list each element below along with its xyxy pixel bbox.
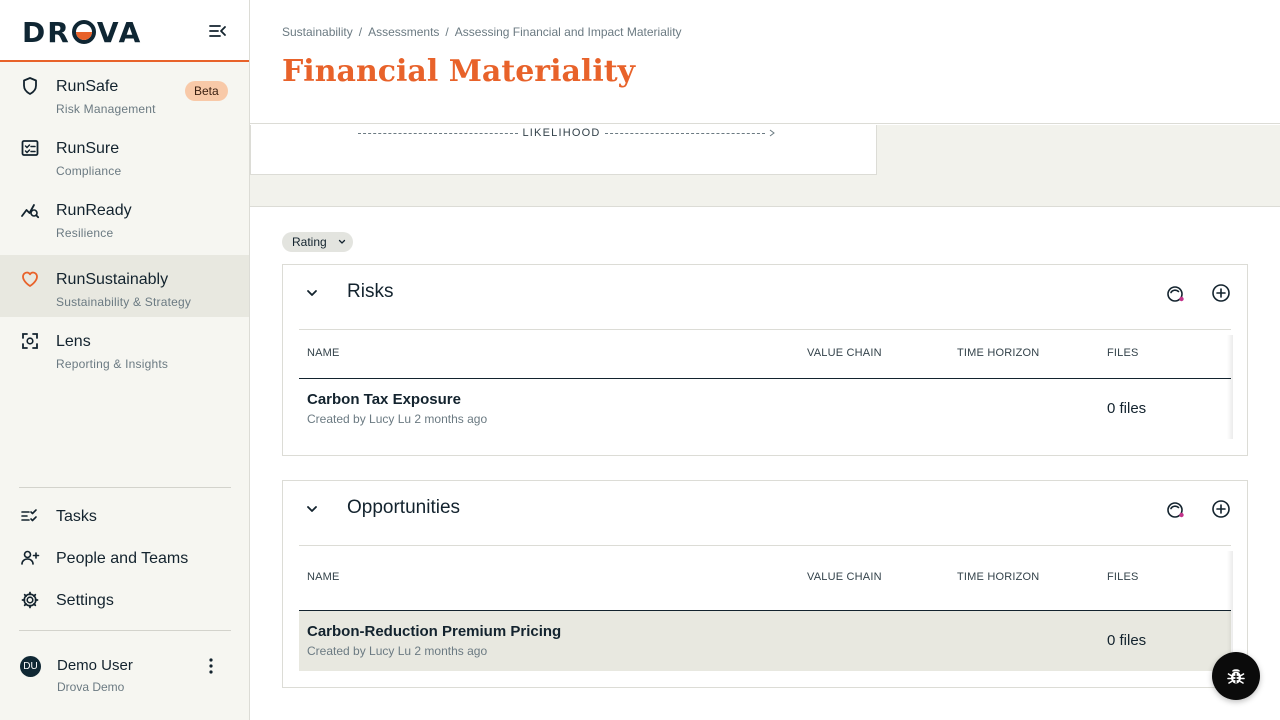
sidebar-item-label: Lens bbox=[56, 333, 91, 350]
sidebar-item-tasks[interactable]: Tasks bbox=[0, 498, 249, 534]
avatar: DU bbox=[20, 656, 41, 677]
sidebar-item-label: Settings bbox=[56, 592, 114, 609]
user-menu[interactable]: DU Demo User Drova Demo bbox=[0, 646, 249, 706]
add-circle-icon[interactable] bbox=[1211, 283, 1231, 303]
sidebar: DR VA RunSafe Risk Management Beta RunSur… bbox=[0, 0, 250, 720]
beta-badge: Beta bbox=[185, 81, 228, 101]
row-meta: Created by Lucy Lu 2 months ago bbox=[307, 412, 488, 426]
section-divider bbox=[299, 545, 1231, 546]
sidebar-item-subtitle: Risk Management bbox=[56, 102, 156, 116]
sidebar-item-runready[interactable]: RunReady Resilience bbox=[0, 186, 249, 248]
sidebar-item-people-and-teams[interactable]: People and Teams bbox=[0, 540, 249, 576]
breadcrumb-separator: / bbox=[445, 25, 449, 39]
rating-filter[interactable]: Rating bbox=[282, 232, 353, 252]
sidebar-item-settings[interactable]: Settings bbox=[0, 582, 249, 618]
chevron-down-icon[interactable] bbox=[304, 285, 320, 301]
drova-logo[interactable]: DR VA bbox=[22, 16, 142, 49]
chart-band: LIKELIHOOD bbox=[250, 125, 1280, 207]
sidebar-item-subtitle: Sustainability & Strategy bbox=[56, 295, 192, 309]
sidebar-item-runsustainably[interactable]: RunSustainably Sustainability & Strategy bbox=[0, 255, 249, 317]
heart-icon bbox=[22, 271, 38, 287]
people-add-icon bbox=[21, 550, 40, 565]
table-row[interactable]: Carbon Tax Exposure Created by Lucy Lu 2… bbox=[299, 379, 1231, 439]
risks-section: Risks NAME VALUE CHAIN TIME HORIZON FILE… bbox=[282, 264, 1248, 456]
sidebar-divider bbox=[19, 630, 231, 631]
shield-icon bbox=[23, 77, 37, 95]
breadcrumb-current[interactable]: Assessing Financial and Impact Materiali… bbox=[455, 25, 682, 39]
arrow-right-icon bbox=[769, 129, 775, 137]
col-header-files[interactable]: FILES bbox=[1107, 571, 1139, 583]
sidebar-item-label: RunSure bbox=[56, 140, 120, 157]
page-title: Financial Materiality bbox=[282, 54, 636, 89]
row-name: Carbon-Reduction Premium Pricing bbox=[307, 623, 562, 640]
row-files: 0 files bbox=[1107, 400, 1147, 417]
checklist-icon bbox=[21, 140, 39, 156]
chart-search-icon bbox=[21, 204, 40, 219]
user-name: Demo User bbox=[57, 657, 133, 674]
sidebar-item-runsure[interactable]: RunSure Compliance bbox=[0, 124, 249, 186]
sidebar-item-label: Tasks bbox=[56, 508, 97, 525]
breadcrumb: Sustainability / Assessments / Assessing Fin… bbox=[282, 25, 682, 39]
bug-icon bbox=[1227, 669, 1245, 684]
col-header-value-chain[interactable]: VALUE CHAIN bbox=[807, 571, 882, 583]
scroll-shadow bbox=[1227, 335, 1233, 439]
row-name: Carbon Tax Exposure bbox=[307, 391, 461, 408]
opportunities-section: Opportunities NAME VALUE CHAIN TIME HORI… bbox=[282, 480, 1248, 688]
likelihood-label: LIKELIHOOD bbox=[522, 127, 601, 139]
section-title: Opportunities bbox=[347, 497, 461, 518]
row-files: 0 files bbox=[1107, 632, 1147, 649]
page-header: Sustainability / Assessments / Assessing Fin… bbox=[250, 0, 1280, 124]
sidebar-item-subtitle: Resilience bbox=[56, 226, 114, 240]
ai-assistant-icon[interactable] bbox=[1165, 499, 1187, 521]
breadcrumb-sustainability[interactable]: Sustainability bbox=[282, 25, 353, 39]
sidebar-divider bbox=[19, 487, 231, 488]
tasks-icon bbox=[21, 509, 37, 522]
chevron-down-icon[interactable] bbox=[304, 501, 320, 517]
user-org: Drova Demo bbox=[57, 680, 125, 694]
gear-icon bbox=[21, 591, 39, 609]
report-bug-button[interactable] bbox=[1212, 652, 1260, 700]
col-header-name[interactable]: NAME bbox=[307, 571, 340, 583]
col-header-value-chain[interactable]: VALUE CHAIN bbox=[807, 347, 882, 359]
table-row[interactable]: Carbon-Reduction Premium Pricing Created… bbox=[299, 611, 1231, 671]
col-header-time-horizon[interactable]: TIME HORIZON bbox=[957, 347, 1039, 359]
col-header-files[interactable]: FILES bbox=[1107, 347, 1139, 359]
section-divider bbox=[299, 329, 1231, 330]
breadcrumb-assessments[interactable]: Assessments bbox=[368, 25, 439, 39]
add-circle-icon[interactable] bbox=[1211, 499, 1231, 519]
sidebar-header: DR VA bbox=[0, 0, 249, 62]
sidebar-item-label: People and Teams bbox=[56, 550, 189, 567]
section-title: Risks bbox=[347, 281, 394, 302]
sidebar-item-label: RunReady bbox=[56, 202, 132, 219]
sidebar-item-label: RunSustainably bbox=[56, 271, 169, 288]
sidebar-item-label: RunSafe bbox=[56, 78, 119, 95]
col-header-time-horizon[interactable]: TIME HORIZON bbox=[957, 571, 1039, 583]
materiality-chart: LIKELIHOOD bbox=[250, 125, 877, 175]
sidebar-item-subtitle: Compliance bbox=[56, 164, 122, 178]
chevron-down-icon bbox=[338, 239, 345, 244]
sidebar-item-subtitle: Reporting & Insights bbox=[56, 357, 169, 371]
breadcrumb-separator: / bbox=[358, 25, 363, 39]
x-axis-label: LIKELIHOOD bbox=[251, 125, 878, 139]
ai-assistant-icon[interactable] bbox=[1165, 283, 1187, 305]
collapse-sidebar-icon[interactable] bbox=[208, 22, 228, 40]
rating-filter-label: Rating bbox=[292, 235, 327, 249]
scan-icon bbox=[22, 333, 38, 349]
sidebar-item-lens[interactable]: Lens Reporting & Insights bbox=[0, 317, 249, 379]
more-vertical-icon[interactable] bbox=[204, 656, 218, 676]
col-header-name[interactable]: NAME bbox=[307, 347, 340, 359]
row-meta: Created by Lucy Lu 2 months ago bbox=[307, 644, 488, 658]
